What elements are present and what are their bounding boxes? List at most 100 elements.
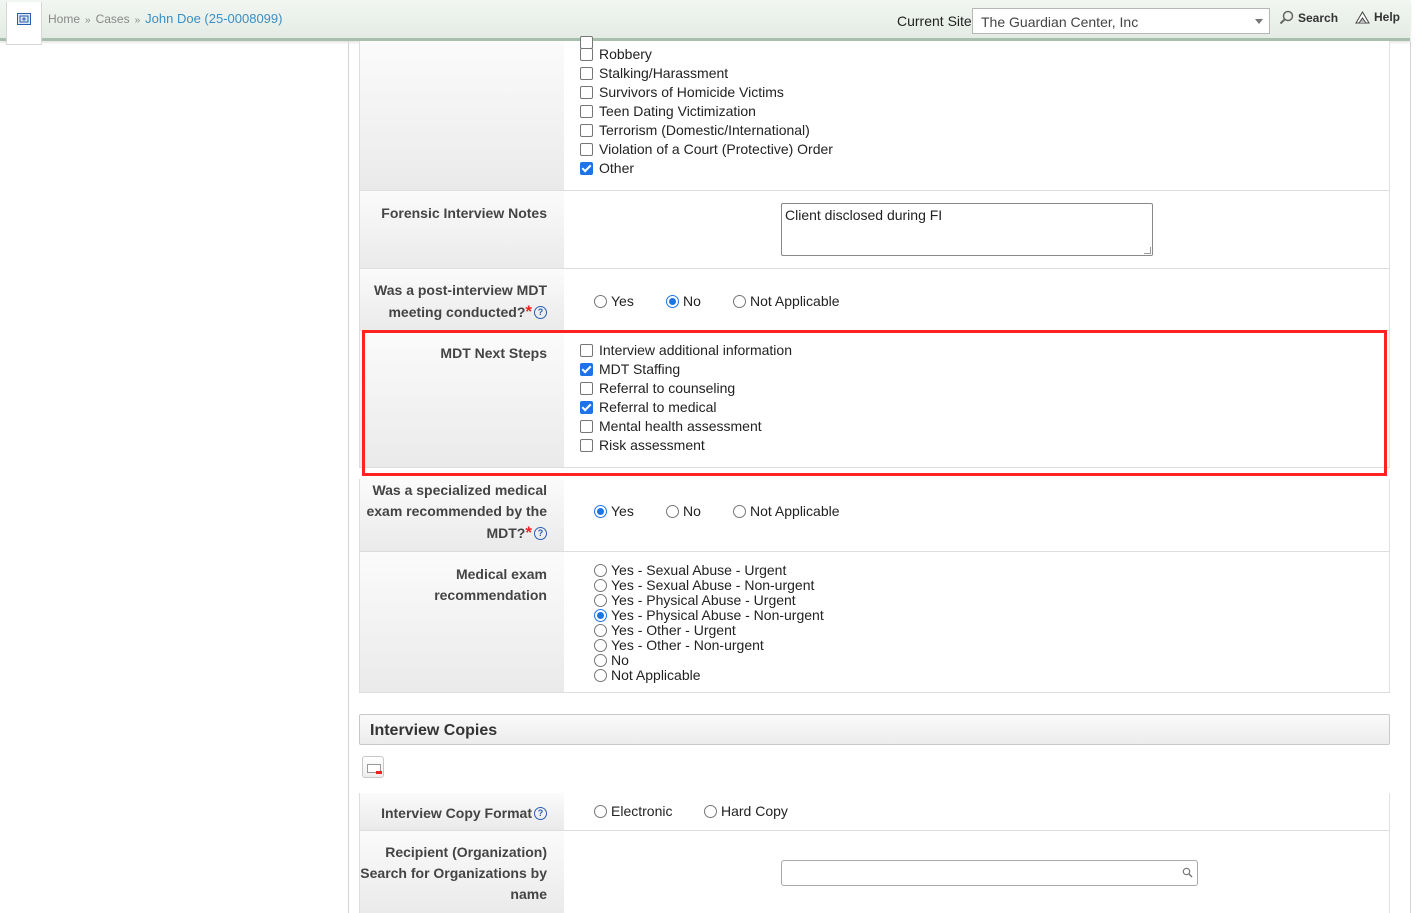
radio-label: Yes - Other - Urgent — [611, 622, 736, 638]
search-icon — [1279, 10, 1294, 25]
help-button[interactable]: Help — [1355, 10, 1400, 24]
radio-label: No — [611, 652, 629, 668]
help-icon[interactable]: ? — [534, 807, 547, 820]
radio-label: Yes - Sexual Abuse - Non-urgent — [611, 577, 815, 593]
forensic-notes-row: Forensic Interview Notes Client disclose… — [359, 191, 1390, 269]
checkbox-box — [580, 47, 593, 61]
radio-format-hard-copy[interactable]: Hard Copy — [704, 803, 788, 819]
radio-format-electronic[interactable]: Electronic — [594, 803, 672, 819]
menu-icon — [17, 13, 31, 25]
help-icon[interactable]: ? — [534, 527, 547, 540]
radio-label: No — [683, 293, 701, 309]
help-label: Help — [1374, 10, 1401, 24]
recipient-organization-row: Recipient (Organization) Search for Orga… — [359, 831, 1390, 913]
radio-rec-physical-urgent[interactable]: Yes - Physical Abuse - Urgent — [594, 592, 796, 608]
checkbox-court-order[interactable]: Violation of a Court (Protective) Order — [580, 141, 833, 157]
checkbox-robbery[interactable]: Robbery — [580, 46, 652, 62]
forensic-notes-textarea[interactable]: Client disclosed during FI — [781, 203, 1153, 256]
label-line: name — [510, 886, 547, 902]
radio-rec-physical-nonurgent[interactable]: Yes - Physical Abuse - Non-urgent — [594, 607, 824, 623]
recipient-label: Recipient (Organization) Search for Orga… — [360, 842, 547, 905]
radio-mdt-no[interactable]: No — [666, 293, 701, 309]
organization-search-input[interactable] — [781, 860, 1198, 886]
copy-format-label: Interview Copy Format? — [381, 803, 547, 824]
help-icon[interactable]: ? — [534, 306, 547, 319]
radio-mdt-not-applicable[interactable]: Not Applicable — [733, 293, 840, 309]
checkbox-box — [580, 142, 593, 156]
radio-label: Not Applicable — [750, 503, 840, 519]
radio-rec-sexual-nonurgent[interactable]: Yes - Sexual Abuse - Non-urgent — [594, 577, 814, 593]
radio-dot — [594, 608, 607, 622]
radio-rec-sexual-urgent[interactable]: Yes - Sexual Abuse - Urgent — [594, 562, 786, 578]
checkbox-box — [580, 161, 593, 175]
label-line: Interview Copy Format — [381, 805, 532, 821]
current-site-label: Current Site — [897, 13, 972, 29]
row-value-cell: Yes No Not Applicable — [564, 479, 1390, 551]
help-icon — [1355, 11, 1370, 24]
radio-dot — [594, 623, 607, 637]
radio-label: Yes — [611, 293, 634, 309]
breadcrumb-cases[interactable]: Cases — [96, 12, 130, 26]
remove-copy-button[interactable] — [362, 756, 384, 778]
label-line: Medical exam — [455, 566, 547, 582]
checkbox-label: Stalking/Harassment — [599, 65, 729, 81]
checkbox-box — [580, 85, 593, 99]
radio-dot — [594, 578, 607, 592]
label-line: Was a post-interview MDT — [374, 282, 547, 298]
radio-rec-other-urgent[interactable]: Yes - Other - Urgent — [594, 622, 736, 638]
specialized-exam-row: Was a specialized medical exam recommend… — [359, 479, 1390, 552]
radio-exam-not-applicable[interactable]: Not Applicable — [733, 503, 840, 519]
required-marker: * — [525, 302, 532, 321]
highlight-box — [362, 330, 1387, 476]
label-line: MDT? — [486, 525, 526, 541]
radio-rec-no[interactable]: No — [594, 652, 629, 668]
label-line: exam recommended by the — [366, 503, 547, 519]
current-site-select[interactable]: The Guardian Center, Inc — [972, 8, 1270, 34]
radio-label: No — [683, 503, 701, 519]
post-interview-mdt-row: Was a post-interview MDT meeting conduct… — [359, 269, 1390, 331]
radio-label: Yes - Other - Non-urgent — [611, 637, 764, 653]
radio-label: Yes — [611, 503, 634, 519]
radio-dot — [594, 504, 607, 518]
checkbox-terrorism[interactable]: Terrorism (Domestic/International) — [580, 122, 810, 138]
row-value-cell: Yes - Sexual Abuse - Urgent Yes - Sexual… — [564, 552, 1390, 692]
menu-button[interactable] — [6, 2, 42, 45]
post-interview-mdt-label: Was a post-interview MDT meeting conduct… — [374, 280, 547, 323]
radio-rec-other-nonurgent[interactable]: Yes - Other - Non-urgent — [594, 637, 764, 653]
radio-exam-no[interactable]: No — [666, 503, 701, 519]
radio-label: Yes - Physical Abuse - Urgent — [611, 592, 796, 608]
checkbox-other[interactable]: Other — [580, 160, 634, 176]
radio-exam-yes[interactable]: Yes — [594, 503, 634, 519]
radio-dot — [666, 294, 679, 308]
label-line: recommendation — [434, 587, 547, 603]
row-label-cell: Was a specialized medical exam recommend… — [359, 479, 565, 551]
radio-rec-not-applicable[interactable]: Not Applicable — [594, 667, 701, 683]
interview-copies-header: Interview Copies — [359, 714, 1390, 745]
search-button[interactable]: Search — [1279, 10, 1338, 25]
breadcrumb-home[interactable]: Home — [48, 12, 80, 26]
checkbox-teen-dating[interactable]: Teen Dating Victimization — [580, 103, 756, 119]
row-value-cell — [564, 831, 1390, 913]
checkbox-box — [580, 66, 593, 80]
radio-mdt-yes[interactable]: Yes — [594, 293, 634, 309]
top-bar: Home » Cases » John Doe (25-0008099) Current… — [0, 0, 1410, 45]
content-border-right — [1410, 41, 1411, 913]
radio-label: Yes - Physical Abuse - Non-urgent — [611, 607, 824, 623]
radio-dot — [704, 804, 717, 818]
radio-dot — [594, 804, 607, 818]
label-line: Was a specialized medical — [372, 482, 547, 498]
resize-handle-icon[interactable] — [1144, 247, 1151, 254]
label-line: Recipient (Organization) — [385, 844, 547, 860]
search-icon — [1182, 867, 1193, 878]
checkbox-box — [580, 104, 593, 118]
row-label-cell: Medical exam recommendation — [359, 552, 565, 692]
breadcrumb-current-case[interactable]: John Doe (25-0008099) — [145, 11, 282, 26]
current-site-value: The Guardian Center, Inc — [981, 14, 1139, 30]
checkbox-homicide-survivors[interactable]: Survivors of Homicide Victims — [580, 84, 784, 100]
radio-dot — [666, 504, 679, 518]
radio-label: Not Applicable — [611, 667, 701, 683]
checkbox-stalking[interactable]: Stalking/Harassment — [580, 65, 728, 81]
row-value-cell: Electronic Hard Copy — [564, 793, 1390, 830]
row-label-cell: Interview Copy Format? — [359, 793, 565, 830]
checkbox-label: Other — [599, 160, 635, 176]
